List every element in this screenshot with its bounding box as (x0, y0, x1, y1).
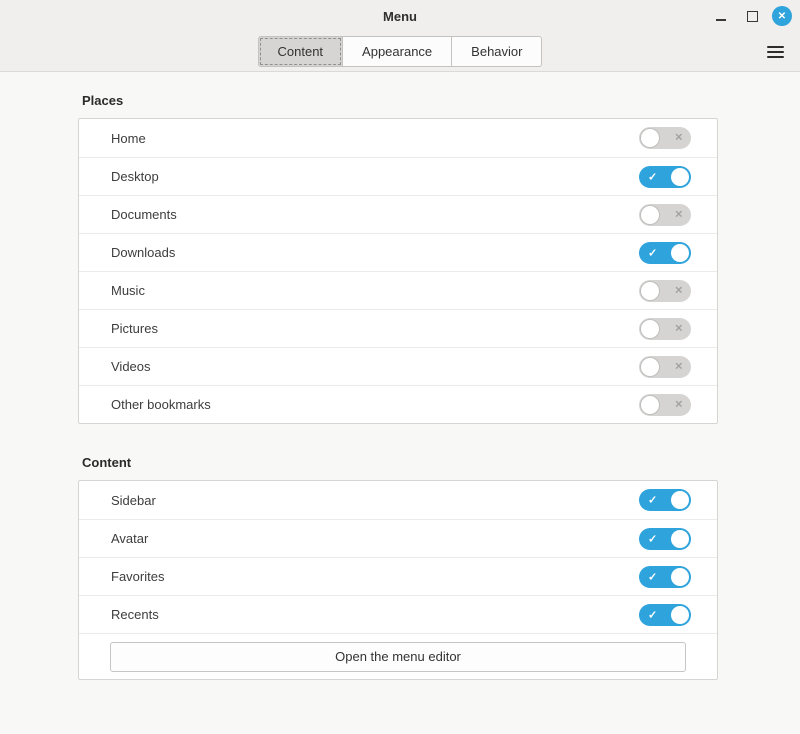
toggle-knob (671, 168, 689, 186)
tab-appearance[interactable]: Appearance (342, 36, 452, 67)
section-title: Places (82, 93, 718, 108)
check-icon: ✓ (648, 532, 657, 545)
toggle-switch-avatar[interactable]: ✓ ✕ (639, 528, 691, 550)
setting-row-pictures: Pictures ✓ ✕ (79, 309, 717, 347)
row-label: Home (111, 131, 639, 146)
toolbar: Content Appearance Behavior (0, 32, 800, 72)
toggle-switch-sidebar[interactable]: ✓ ✕ (639, 489, 691, 511)
close-icon: ✕ (778, 11, 786, 22)
setting-row-recents: Recents ✓ ✕ (79, 595, 717, 633)
toggle-switch-other-bookmarks[interactable]: ✓ ✕ (639, 394, 691, 416)
row-label: Other bookmarks (111, 397, 639, 412)
content-card: Sidebar ✓ ✕ Avatar ✓ ✕ Favorites ✓ (78, 480, 718, 680)
setting-row-other-bookmarks: Other bookmarks ✓ ✕ (79, 385, 717, 423)
row-label: Pictures (111, 321, 639, 336)
setting-row-downloads: Downloads ✓ ✕ (79, 233, 717, 271)
toggle-switch-documents[interactable]: ✓ ✕ (639, 204, 691, 226)
toggle-knob (671, 491, 689, 509)
setting-row-documents: Documents ✓ ✕ (79, 195, 717, 233)
cross-icon: ✕ (675, 209, 683, 220)
setting-row-desktop: Desktop ✓ ✕ (79, 157, 717, 195)
window-header: Menu ✕ Content Appearance Behavior (0, 0, 800, 72)
tab-content[interactable]: Content (258, 36, 344, 67)
row-label: Sidebar (111, 493, 639, 508)
check-icon: ✓ (648, 494, 657, 507)
cross-icon: ✕ (675, 361, 683, 372)
setting-row-music: Music ✓ ✕ (79, 271, 717, 309)
row-label: Avatar (111, 531, 639, 546)
toggle-knob (641, 129, 659, 147)
tab-group: Content Appearance Behavior (258, 36, 543, 67)
section-title: Content (82, 455, 718, 470)
row-label: Documents (111, 207, 639, 222)
toggle-switch-favorites[interactable]: ✓ ✕ (639, 566, 691, 588)
setting-row-home: Home ✓ ✕ (79, 119, 717, 157)
window-controls: ✕ (710, 0, 792, 32)
hamburger-menu-icon[interactable] (767, 46, 784, 58)
toggle-switch-desktop[interactable]: ✓ ✕ (639, 166, 691, 188)
row-label: Favorites (111, 569, 639, 584)
minimize-icon (716, 19, 726, 21)
setting-row-sidebar: Sidebar ✓ ✕ (79, 481, 717, 519)
toggle-knob (641, 320, 659, 338)
setting-row-videos: Videos ✓ ✕ (79, 347, 717, 385)
window-title: Menu (383, 9, 417, 24)
setting-row-avatar: Avatar ✓ ✕ (79, 519, 717, 557)
maximize-button[interactable] (741, 5, 763, 27)
open-menu-editor-button[interactable]: Open the menu editor (110, 642, 686, 672)
row-label: Videos (111, 359, 639, 374)
minimize-button[interactable] (710, 5, 732, 27)
maximize-icon (747, 11, 758, 22)
row-label: Desktop (111, 169, 639, 184)
toggle-switch-downloads[interactable]: ✓ ✕ (639, 242, 691, 264)
toggle-knob (671, 244, 689, 262)
toggle-switch-music[interactable]: ✓ ✕ (639, 280, 691, 302)
row-label: Recents (111, 607, 639, 622)
cross-icon: ✕ (675, 323, 683, 334)
setting-row-favorites: Favorites ✓ ✕ (79, 557, 717, 595)
toggle-knob (641, 282, 659, 300)
toggle-knob (671, 568, 689, 586)
check-icon: ✓ (648, 608, 657, 621)
toggle-knob (641, 358, 659, 376)
toggle-knob (671, 606, 689, 624)
toggle-switch-videos[interactable]: ✓ ✕ (639, 356, 691, 378)
settings-page: Places Home ✓ ✕ Desktop ✓ ✕ Documen (0, 72, 800, 680)
titlebar: Menu ✕ (0, 0, 800, 32)
row-label: Music (111, 283, 639, 298)
check-icon: ✓ (648, 570, 657, 583)
check-icon: ✓ (648, 246, 657, 259)
cross-icon: ✕ (675, 285, 683, 296)
section-content: Content Sidebar ✓ ✕ Avatar ✓ ✕ Favo (78, 455, 718, 680)
toggle-switch-pictures[interactable]: ✓ ✕ (639, 318, 691, 340)
check-icon: ✓ (648, 170, 657, 183)
row-label: Downloads (111, 245, 639, 260)
places-card: Home ✓ ✕ Desktop ✓ ✕ Documents ✓ (78, 118, 718, 424)
toggle-switch-recents[interactable]: ✓ ✕ (639, 604, 691, 626)
cross-icon: ✕ (675, 133, 683, 144)
toggle-knob (641, 396, 659, 414)
toggle-switch-home[interactable]: ✓ ✕ (639, 127, 691, 149)
toggle-knob (671, 530, 689, 548)
menu-editor-row: Open the menu editor (79, 633, 717, 679)
section-places: Places Home ✓ ✕ Desktop ✓ ✕ Documen (78, 93, 718, 424)
close-button[interactable]: ✕ (772, 6, 792, 26)
tab-behavior[interactable]: Behavior (451, 36, 542, 67)
cross-icon: ✕ (675, 399, 683, 410)
toggle-knob (641, 206, 659, 224)
